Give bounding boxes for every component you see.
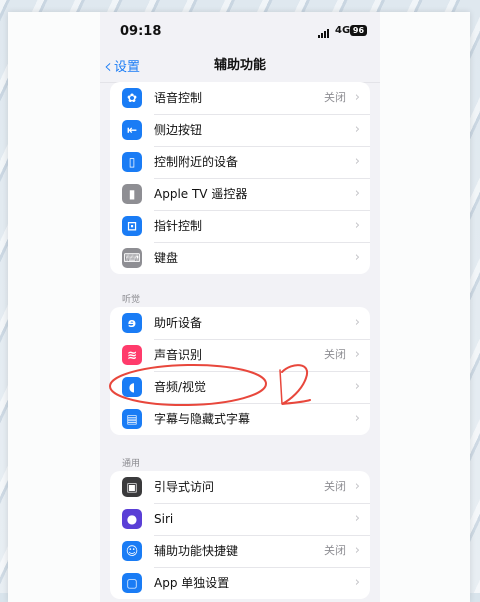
battery-icon: 96 xyxy=(350,25,367,36)
status-time: 09:18 xyxy=(120,24,162,39)
section-header: 听觉 xyxy=(122,295,141,305)
row-label: 指针控制 xyxy=(154,219,203,233)
accessibility-icon: ☺ xyxy=(122,541,142,561)
row-label: 声音识别 xyxy=(154,348,203,362)
status-bar: 09:18 4G 96 xyxy=(100,12,380,50)
settings-row[interactable]: ⊡ 指针控制 › xyxy=(110,210,370,242)
chevron-right-icon: › xyxy=(354,186,360,201)
settings-row[interactable]: ▢ App 单独设置 › xyxy=(110,567,370,599)
navigation-bar: ‹ 设置 辅助功能 xyxy=(100,50,380,82)
row-value: 关闭 xyxy=(324,480,346,493)
row-label: Siri xyxy=(154,512,174,526)
section-header: 通用 xyxy=(122,459,141,469)
pointer-icon: ⊡ xyxy=(122,216,142,236)
settings-row[interactable]: ɘ 助听设备 › xyxy=(110,307,370,339)
phone-screen: 09:18 4G 96 ‹ 设置 辅助功能 ✿ 语音控制 关闭 › ⇤ 侧边按钮 › ▯ 控制附近… xyxy=(100,12,380,602)
settings-row[interactable]: ▤ 字幕与隐藏式字幕 › xyxy=(110,403,370,435)
row-label: 辅助功能快捷键 xyxy=(154,544,239,558)
network-label: 4G xyxy=(335,25,351,36)
ear-icon: ɘ xyxy=(122,313,142,333)
settings-group: ɘ 助听设备 › ≋ 声音识别 关闭 › ◖ 音频/视觉 › ▤ 字幕与隐藏式字幕 › xyxy=(110,307,370,435)
settings-row[interactable]: ▣ 引导式访问 关闭 › xyxy=(110,471,370,503)
chevron-right-icon: › xyxy=(354,575,360,590)
chevron-right-icon: › xyxy=(354,250,360,265)
row-value: 关闭 xyxy=(324,91,346,104)
settings-row[interactable]: ⇤ 侧边按钮 › xyxy=(110,114,370,146)
settings-group: ✿ 语音控制 关闭 › ⇤ 侧边按钮 › ▯ 控制附近的设备 › ▮ Apple TV 遥控器 › ⊡ 指针… xyxy=(110,82,370,274)
chevron-right-icon: › xyxy=(354,479,360,494)
settings-row[interactable]: ⌨ 键盘 › xyxy=(110,242,370,274)
row-label: 键盘 xyxy=(154,251,179,265)
row-label: 语音控制 xyxy=(154,91,203,105)
page-title: 辅助功能 xyxy=(213,58,266,73)
settings-row[interactable]: ◖ 音频/视觉 › xyxy=(110,371,370,403)
row-label: 字幕与隐藏式字幕 xyxy=(154,412,251,426)
chevron-right-icon: › xyxy=(354,411,360,426)
settings-row[interactable]: ▯ 控制附近的设备 › xyxy=(110,146,370,178)
remote-icon: ▮ xyxy=(122,184,142,204)
caption-icon: ▤ xyxy=(122,409,142,429)
chevron-right-icon: › xyxy=(354,379,360,394)
row-label: App 单独设置 xyxy=(154,576,230,590)
chevron-right-icon: › xyxy=(354,90,360,105)
chevron-right-icon: › xyxy=(354,511,360,526)
speech-bubble-icon: ✿ xyxy=(122,88,142,108)
chevron-right-icon: › xyxy=(354,154,360,169)
chevron-right-icon: › xyxy=(354,315,360,330)
chevron-right-icon: › xyxy=(354,122,360,137)
settings-row[interactable]: ☺ 辅助功能快捷键 关闭 › xyxy=(110,535,370,567)
app-settings-icon: ▢ xyxy=(122,573,142,593)
chevron-right-icon: › xyxy=(354,543,360,558)
row-label: 侧边按钮 xyxy=(154,123,203,137)
row-label: 控制附近的设备 xyxy=(154,155,239,169)
signal-icon xyxy=(318,28,332,38)
lock-icon: ▣ xyxy=(122,477,142,497)
row-label: Apple TV 遥控器 xyxy=(154,187,248,201)
settings-row[interactable]: ≋ 声音识别 关闭 › xyxy=(110,339,370,371)
settings-row[interactable]: ▮ Apple TV 遥控器 › xyxy=(110,178,370,210)
speaker-eye-icon: ◖ xyxy=(122,377,142,397)
sound-wave-icon: ≋ xyxy=(122,345,142,365)
row-value: 关闭 xyxy=(324,544,346,557)
keyboard-icon: ⌨ xyxy=(122,248,142,268)
settings-row[interactable]: ✿ 语音控制 关闭 › xyxy=(110,82,370,114)
chevron-right-icon: › xyxy=(354,347,360,362)
siri-icon: ● xyxy=(122,509,142,529)
row-label: 引导式访问 xyxy=(154,480,215,494)
settings-row[interactable]: ● Siri › xyxy=(110,503,370,535)
nearby-device-icon: ▯ xyxy=(122,152,142,172)
side-button-icon: ⇤ xyxy=(122,120,142,140)
row-value: 关闭 xyxy=(324,348,346,361)
row-label: 音频/视觉 xyxy=(154,380,207,394)
chevron-right-icon: › xyxy=(354,218,360,233)
row-label: 助听设备 xyxy=(154,316,203,330)
settings-group: ▣ 引导式访问 关闭 › ● Siri › ☺ 辅助功能快捷键 关闭 › ▢ App 单独设置 › xyxy=(110,471,370,599)
